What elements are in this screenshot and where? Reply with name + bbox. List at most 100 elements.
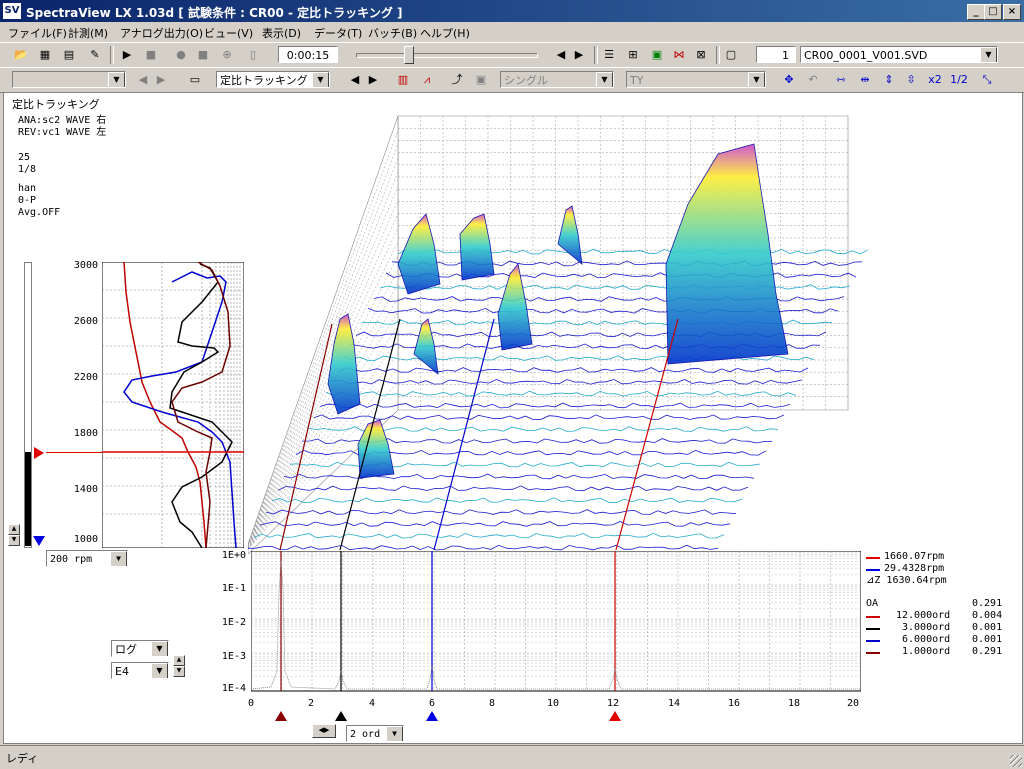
prev-icon[interactable]: ◀ xyxy=(552,46,570,64)
averaging-label: Avg.OFF xyxy=(18,207,61,218)
stop-icon[interactable]: ■ xyxy=(142,46,160,64)
spin-down-icon[interactable]: ▼ xyxy=(173,666,185,677)
lower-marker-icon[interactable] xyxy=(33,536,45,546)
next-channel-icon[interactable]: ▶ xyxy=(152,71,170,89)
y-zoom-in-icon[interactable]: ⇕ xyxy=(880,71,898,89)
menu-help[interactable]: ヘルプ(H) xyxy=(420,25,470,41)
spectrum-xtick: 14 xyxy=(667,698,681,709)
chevron-down-icon[interactable]: ▼ xyxy=(312,72,329,87)
menu-view[interactable]: ビュー(V) xyxy=(204,25,253,41)
menu-batch[interactable]: バッチ(B) xyxy=(368,25,417,41)
spin-up-icon[interactable]: ▲ xyxy=(173,655,185,666)
menu-measure[interactable]: 計測(M) xyxy=(68,25,108,41)
x-zoom-in-icon[interactable]: ⇿ xyxy=(832,71,850,89)
scale-type-select[interactable]: ログ ▼ xyxy=(111,640,169,657)
slider-thumb[interactable] xyxy=(404,46,414,64)
minimize-button[interactable]: _ xyxy=(967,4,985,20)
legend-rpm-2: 29.4328rpm xyxy=(884,563,945,574)
close-button[interactable]: × xyxy=(1003,4,1021,20)
menu-display[interactable]: 表示(D) xyxy=(262,25,301,41)
panel-icon[interactable]: ▭ xyxy=(186,71,204,89)
order-marker-6-icon[interactable] xyxy=(426,711,438,721)
file-select[interactable]: CR00_0001_V001.SVD ▼ xyxy=(800,46,998,63)
rpm-step-select[interactable]: 200 rpm ▼ xyxy=(46,550,128,567)
counter-field[interactable]: 1 xyxy=(756,46,796,63)
order-select[interactable]: 2 ord ▼ xyxy=(346,725,404,742)
menu-data[interactable]: データ(T) xyxy=(314,25,362,41)
rpm-cursor-line xyxy=(46,452,102,453)
maximize-button[interactable]: □ xyxy=(984,4,1002,20)
spectrum-xtick: 8 xyxy=(488,698,496,709)
chevron-down-icon[interactable]: ▼ xyxy=(980,47,997,62)
save-icon[interactable]: ▦ xyxy=(36,46,54,64)
lock-icon[interactable]: ▣ xyxy=(472,71,490,89)
order-marker-12-icon[interactable] xyxy=(609,711,621,721)
ty-select[interactable]: TY ▼ xyxy=(626,71,766,88)
rpm-tick: 2200 xyxy=(73,372,98,383)
exponent-spinner[interactable]: ▲ ▼ xyxy=(173,655,185,677)
record-icon[interactable]: ● xyxy=(172,46,190,64)
order-marker-3-icon[interactable] xyxy=(335,711,347,721)
chevron-down-icon[interactable]: ▼ xyxy=(151,641,168,656)
overlay-icon[interactable]: ⋈ xyxy=(670,46,688,64)
chevron-down-icon[interactable]: ▼ xyxy=(108,72,125,87)
stop-record-icon[interactable]: ■ xyxy=(194,46,212,64)
x-zoom-out-icon[interactable]: ⇹ xyxy=(856,71,874,89)
next-mode-icon[interactable]: ▶ xyxy=(364,71,382,89)
single-select[interactable]: シングル ▼ xyxy=(500,71,614,88)
order-nav-buttons[interactable]: ◀▶ xyxy=(312,724,336,738)
export-icon[interactable]: ✎ xyxy=(86,46,104,64)
resize-grip-icon[interactable] xyxy=(1010,755,1022,767)
info-value-1: 25 xyxy=(18,152,31,163)
marker-icon[interactable]: ⊕ xyxy=(218,46,236,64)
y-zoom-out-icon[interactable]: ⇳ xyxy=(902,71,920,89)
half-icon[interactable]: 1/2 xyxy=(950,71,968,89)
playback-slider[interactable] xyxy=(356,53,538,58)
chart-icon[interactable]: ▣ xyxy=(648,46,666,64)
spin-up-icon[interactable]: ▲ xyxy=(8,524,20,535)
compare-icon[interactable]: ⊠ xyxy=(692,46,710,64)
chevron-down-icon[interactable]: ▼ xyxy=(748,72,765,87)
channel-select[interactable]: ▼ xyxy=(12,71,126,88)
undo-icon[interactable]: ↶ xyxy=(804,71,822,89)
play-icon[interactable]: ▶ xyxy=(118,46,136,64)
next-icon[interactable]: ▶ xyxy=(570,46,588,64)
spin-down-icon[interactable]: ▼ xyxy=(8,535,20,546)
legend-order-label: 3.000ord xyxy=(902,622,951,633)
chevron-down-icon[interactable]: ▼ xyxy=(386,726,403,741)
spectrum-icon[interactable]: ⩘ xyxy=(418,71,436,89)
chevron-down-icon[interactable]: ▼ xyxy=(151,663,168,678)
waterfall-icon[interactable]: ▥ xyxy=(394,71,412,89)
menu-analog-output[interactable]: アナログ出力(O) xyxy=(120,25,203,41)
tree-icon[interactable]: ⊞ xyxy=(624,46,642,64)
fit-icon[interactable]: ⤡ xyxy=(978,71,996,89)
export-chart-icon[interactable]: ⤴ xyxy=(448,71,466,89)
prev-channel-icon[interactable]: ◀ xyxy=(134,71,152,89)
spectrum-chart[interactable] xyxy=(251,551,861,695)
legend-order-value: 0.291 xyxy=(972,646,1003,657)
exponent-select[interactable]: E4 ▼ xyxy=(111,662,169,679)
spectrum-ytick: 1E-1 xyxy=(221,583,246,594)
move-icon[interactable]: ✥ xyxy=(780,71,798,89)
chevron-down-icon[interactable]: ▼ xyxy=(596,72,613,87)
rpm-tick: 2600 xyxy=(73,316,98,327)
x2-icon[interactable]: x2 xyxy=(926,71,944,89)
order-marker-1-icon[interactable] xyxy=(275,711,287,721)
exponent-value: E4 xyxy=(115,665,129,678)
list-icon[interactable]: ☰ xyxy=(600,46,618,64)
prev-mode-icon[interactable]: ◀ xyxy=(346,71,364,89)
scale-type-value: ログ xyxy=(115,643,137,656)
save-as-icon[interactable]: ▤ xyxy=(60,46,78,64)
open-folder-icon[interactable]: 📂 xyxy=(12,46,30,64)
file-select-value: CR00_0001_V001.SVD xyxy=(804,49,928,62)
window-icon[interactable]: ▢ xyxy=(722,46,740,64)
time-field[interactable]: 0:00:15 xyxy=(278,46,338,63)
mode-select[interactable]: 定比トラッキング ▼ xyxy=(216,71,330,88)
upper-marker-icon[interactable] xyxy=(34,447,44,459)
order-trace-chart[interactable] xyxy=(102,262,244,548)
menu-file[interactable]: ファイル(F) xyxy=(8,25,67,41)
chevron-down-icon[interactable]: ▼ xyxy=(110,551,127,566)
db-icon[interactable]: ▯ xyxy=(244,46,262,64)
rpm-spinner[interactable]: ▲ ▼ xyxy=(8,524,20,546)
waterfall-3d-plot[interactable] xyxy=(248,114,948,554)
